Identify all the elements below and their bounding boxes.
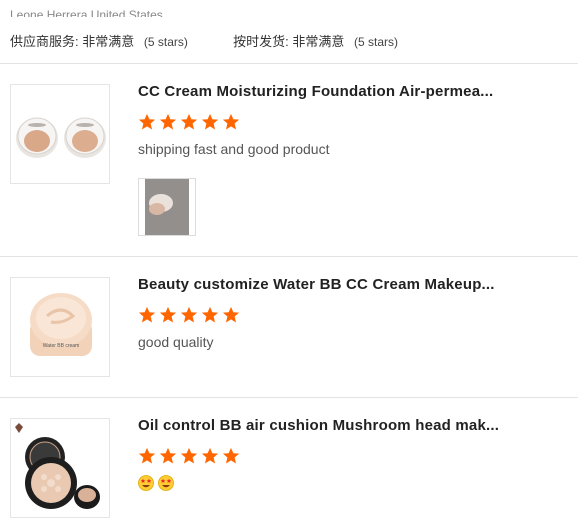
star-icon	[159, 306, 177, 323]
star-icon	[201, 113, 219, 130]
star-icon	[201, 306, 219, 323]
star-icon	[159, 113, 177, 130]
star-icon	[222, 306, 240, 323]
divider	[0, 63, 578, 64]
star-icon	[180, 306, 198, 323]
product-title[interactable]: Beauty customize Water BB CC Cream Makeu…	[138, 276, 495, 293]
review-comment: shipping fast and good product	[138, 141, 330, 157]
star-icon	[222, 113, 240, 130]
review-comment: good quality	[138, 334, 214, 350]
star-struck-emoji-icon	[138, 475, 154, 492]
product-title[interactable]: Oil control BB air cushion Mushroom head…	[138, 417, 499, 434]
star-icon	[138, 306, 156, 323]
divider	[0, 397, 578, 398]
star-icon	[180, 447, 198, 464]
ontime-delivery-label: 按时发货:	[233, 34, 289, 49]
star-icon	[159, 447, 177, 464]
star-icon	[138, 113, 156, 130]
review-emojis	[138, 474, 178, 492]
product-thumbnail[interactable]: Water BB cream	[10, 277, 110, 377]
supplier-service-label: 供应商服务:	[10, 34, 79, 49]
star-struck-emoji-icon	[158, 475, 174, 492]
star-rating	[138, 306, 240, 324]
product-title[interactable]: CC Cream Moisturizing Foundation Air-per…	[138, 83, 493, 100]
product-thumbnail[interactable]	[10, 418, 110, 518]
star-icon	[201, 447, 219, 464]
ontime-delivery-value: 非常满意	[292, 34, 345, 49]
star-icon	[180, 113, 198, 130]
star-rating	[138, 113, 240, 131]
star-icon	[138, 447, 156, 464]
divider	[0, 256, 578, 257]
supplier-service-stars: (5 stars)	[143, 35, 188, 49]
reviewer-location: Leone Herrera,United States	[10, 8, 163, 17]
star-rating	[138, 447, 240, 465]
ontime-delivery-stars: (5 stars)	[354, 35, 399, 49]
product-thumbnail[interactable]	[10, 84, 110, 184]
svg-text:Water BB cream: Water BB cream	[43, 343, 80, 349]
supplier-service-value: 非常满意	[82, 34, 135, 49]
ratings-summary: 供应商服务: 非常满意 (5 stars) 按时发货: 非常满意 (5 star…	[10, 31, 398, 50]
star-icon	[222, 447, 240, 464]
review-photo[interactable]	[138, 178, 196, 236]
